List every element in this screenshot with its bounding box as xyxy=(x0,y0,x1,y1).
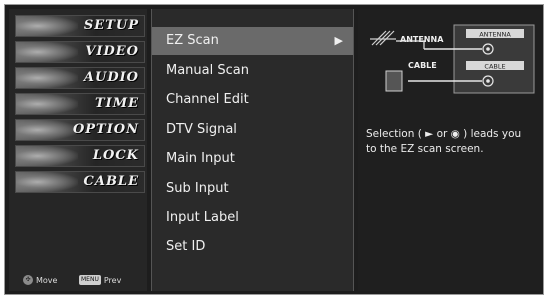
play-arrow-icon: ▶ xyxy=(334,34,343,47)
category-label: CABLE xyxy=(83,174,139,189)
setup-menu-screen: SETUP VIDEO AUDIO TIME OPTION LOCK CABLE xyxy=(4,4,544,295)
menu-item-label: Input Label xyxy=(166,210,239,225)
setup-thumbnail-icon xyxy=(16,16,78,36)
menu-item-input-label[interactable]: Input Label xyxy=(152,204,353,232)
audio-thumbnail-icon xyxy=(16,68,78,88)
category-label: OPTION xyxy=(72,122,139,137)
prev-hint-label: Prev xyxy=(103,275,122,285)
menu-item-label: Channel Edit xyxy=(166,92,249,107)
menu-item-channel-edit[interactable]: Channel Edit xyxy=(152,86,353,114)
category-label: TIME xyxy=(94,96,139,111)
category-label: VIDEO xyxy=(85,44,139,59)
menu-item-label: Sub Input xyxy=(166,181,229,196)
antenna-label: ANTENNA xyxy=(400,35,444,44)
menu-item-sub-input[interactable]: Sub Input xyxy=(152,175,353,203)
antenna-cable-diagram: ANTENNA ANTENNA CABLE CABLE xyxy=(370,24,535,94)
menu-item-manual-scan[interactable]: Manual Scan xyxy=(152,57,353,85)
cable-port-label: CABLE xyxy=(484,63,505,71)
time-thumbnail-icon xyxy=(16,94,78,114)
option-thumbnail-icon xyxy=(16,120,78,140)
menu-item-label: Manual Scan xyxy=(166,63,249,78)
move-hint-label: Move xyxy=(36,275,58,285)
cable-wall-jack-icon xyxy=(385,70,403,92)
category-lock[interactable]: LOCK xyxy=(15,145,145,167)
menu-item-label: Main Input xyxy=(166,151,235,166)
menu-item-label: DTV Signal xyxy=(166,122,237,137)
menu-item-dtv-signal[interactable]: DTV Signal xyxy=(152,116,353,144)
video-thumbnail-icon xyxy=(16,42,78,62)
cable-label: CABLE xyxy=(408,61,437,70)
category-setup[interactable]: SETUP xyxy=(15,15,145,37)
category-audio[interactable]: AUDIO xyxy=(15,67,145,89)
category-option[interactable]: OPTION xyxy=(15,119,145,141)
category-time[interactable]: TIME xyxy=(15,93,145,115)
lock-thumbnail-icon xyxy=(16,146,78,166)
menu-item-label: EZ Scan xyxy=(166,33,219,48)
category-label: SETUP xyxy=(83,18,139,33)
menu-item-set-id[interactable]: Set ID xyxy=(152,233,353,261)
move-pad-icon: ✣ xyxy=(23,275,33,285)
menu-item-main-input[interactable]: Main Input xyxy=(152,145,353,173)
antenna-port-label: ANTENNA xyxy=(479,31,511,39)
help-description: Selection ( ► or ◉ ) leads you to the EZ… xyxy=(366,128,522,155)
move-hint: ✣ Move xyxy=(23,275,57,285)
category-sidebar: SETUP VIDEO AUDIO TIME OPTION LOCK CABLE xyxy=(9,9,147,291)
category-label: LOCK xyxy=(92,148,139,163)
setup-submenu: EZ Scan ▶ Manual Scan Channel Edit DTV S… xyxy=(151,9,354,291)
cable-thumbnail-icon xyxy=(16,172,78,192)
help-panel: ANTENNA ANTENNA CABLE CABLE Selection ( … xyxy=(358,9,540,291)
navigation-hints: ✣ Move MENU Prev xyxy=(23,275,147,289)
antenna-icon xyxy=(370,30,396,46)
category-cable[interactable]: CABLE xyxy=(15,171,145,193)
menu-button-icon: MENU xyxy=(79,275,101,285)
category-label: AUDIO xyxy=(83,70,139,85)
category-video[interactable]: VIDEO xyxy=(15,41,145,63)
menu-item-label: Set ID xyxy=(166,239,206,254)
menu-item-ez-scan[interactable]: EZ Scan ▶ xyxy=(152,27,353,55)
prev-hint: MENU Prev xyxy=(79,275,121,285)
